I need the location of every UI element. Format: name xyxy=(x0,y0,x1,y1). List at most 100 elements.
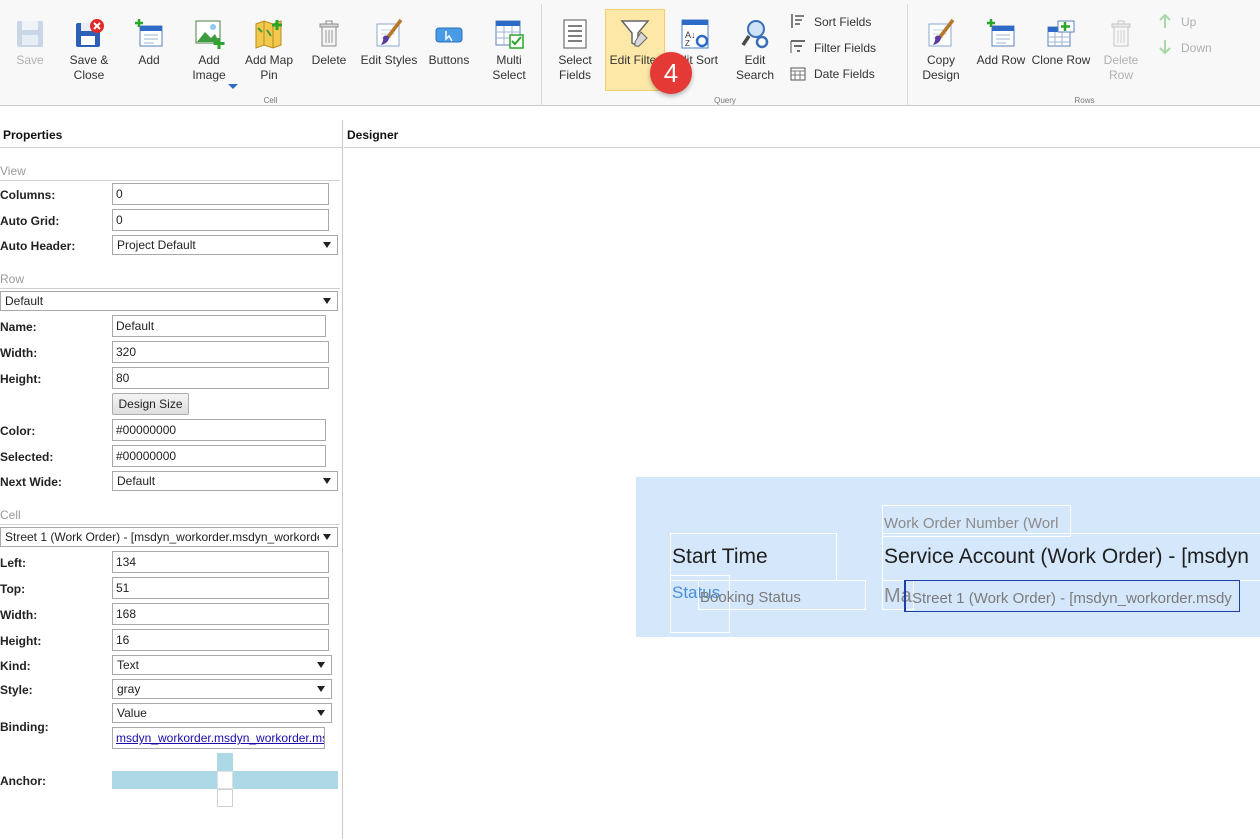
delete-row-label-1: Delete xyxy=(1103,53,1139,67)
copy-design-button[interactable]: Copy Design xyxy=(911,12,971,90)
cell-kind-label: Kind: xyxy=(0,659,31,673)
up-label: Up xyxy=(1181,15,1197,29)
cell-section-label: Cell xyxy=(0,508,21,522)
cell-street-1-selected[interactable]: Street 1 (Work Order) - [msdyn_workorder… xyxy=(904,580,1240,612)
group-label-rows: Rows xyxy=(1074,96,1095,105)
row-name-input[interactable] xyxy=(112,315,326,337)
dropdown-arrow-icon xyxy=(317,710,325,716)
anchor-picker[interactable] xyxy=(112,753,338,807)
step-number-badge: 4 xyxy=(650,52,692,94)
edit-search-button[interactable]: Edit Search xyxy=(725,12,785,90)
date-fields-label: Date Fields xyxy=(814,67,875,81)
cell-width-label: Width: xyxy=(0,608,38,622)
row-selected-color-input[interactable] xyxy=(112,445,326,467)
view-section-label: View xyxy=(0,164,26,178)
binding-type-select[interactable]: Value xyxy=(112,703,332,723)
row-selector-select[interactable]: Default xyxy=(0,291,338,311)
buttons-button[interactable]: Buttons xyxy=(419,12,479,90)
move-down-button[interactable]: Down xyxy=(1157,38,1212,58)
button-widget-icon xyxy=(435,27,463,43)
cell-booking-status[interactable]: Booking Status xyxy=(698,580,866,610)
save-close-button[interactable]: Save & Close xyxy=(59,12,119,90)
field-list-icon xyxy=(563,19,587,49)
delete-row-button[interactable]: Delete Row xyxy=(1091,12,1151,90)
design-size-button[interactable]: Design Size xyxy=(112,393,189,415)
anchor-top-segment[interactable] xyxy=(217,753,233,771)
trash-icon xyxy=(1111,20,1131,47)
add-cell-icon xyxy=(135,19,163,47)
cell-kind-select[interactable]: Text xyxy=(112,655,332,675)
auto-header-value: Project Default xyxy=(117,238,196,252)
designer-panel: Designer Work Order Number (Worl Start T… xyxy=(344,120,1260,839)
svg-text:Z: Z xyxy=(685,39,690,48)
dropdown-arrow-icon xyxy=(323,478,331,484)
edit-search-label-1: Edit xyxy=(744,53,766,67)
auto-grid-label: Auto Grid: xyxy=(0,214,60,228)
copy-design-label-1: Copy xyxy=(926,53,955,67)
add-row-icon xyxy=(987,19,1015,47)
add-image-label-1: Add xyxy=(198,53,220,67)
binding-path-input[interactable]: msdyn_workorder.msdyn_workorder.ms xyxy=(112,727,325,749)
add-button[interactable]: Add xyxy=(119,12,179,90)
move-up-button[interactable]: Up xyxy=(1157,12,1196,32)
row-design-canvas[interactable]: Work Order Number (Worl Start Time Servi… xyxy=(636,477,1260,637)
anchor-right-segment[interactable] xyxy=(233,771,338,789)
row-height-label: Height: xyxy=(0,372,42,386)
filter-fields-label: Filter Fields xyxy=(814,41,877,55)
clone-row-button[interactable]: Clone Row xyxy=(1031,12,1091,90)
cell-start-time[interactable]: Start Time xyxy=(670,533,837,581)
date-fields-button[interactable]: Date Fields xyxy=(790,64,875,84)
anchor-bottom-segment[interactable] xyxy=(217,789,233,807)
save-button[interactable]: Save xyxy=(0,12,60,90)
row-height-input[interactable] xyxy=(112,367,329,389)
cell-top-label: Top: xyxy=(0,582,26,596)
row-color-input[interactable] xyxy=(112,419,326,441)
cell-service-account-text: Service Account (Work Order) - [msdyn xyxy=(884,545,1249,568)
add-map-pin-button[interactable]: Add Map Pin xyxy=(239,12,299,90)
cell-selector-select[interactable]: Street 1 (Work Order) - [msdyn_workorder… xyxy=(0,527,338,547)
next-wide-select[interactable]: Default xyxy=(112,471,338,491)
save-disk-icon xyxy=(17,21,43,47)
filter-funnel-icon xyxy=(620,20,650,48)
cell-height-label: Height: xyxy=(0,634,42,648)
dropdown-arrow-icon xyxy=(323,534,331,540)
auto-header-select[interactable]: Project Default xyxy=(112,235,338,255)
add-image-button[interactable]: Add Image xyxy=(179,12,239,90)
multi-select-label-2: Select xyxy=(492,68,526,82)
buttons-label: Buttons xyxy=(428,53,470,67)
cell-kind-value: Text xyxy=(117,658,140,672)
add-image-dropdown-icon[interactable] xyxy=(228,84,238,89)
anchor-left-segment[interactable] xyxy=(112,771,217,789)
columns-input[interactable] xyxy=(112,183,329,205)
edit-styles-button[interactable]: Edit Styles xyxy=(359,12,419,90)
columns-label: Columns: xyxy=(0,188,56,202)
cell-selector-value: Street 1 (Work Order) - [msdyn_workorder… xyxy=(5,530,319,544)
properties-title: Properties xyxy=(0,120,342,148)
cell-service-account[interactable]: Service Account (Work Order) - [msdyn xyxy=(882,533,1260,581)
next-wide-value: Default xyxy=(117,474,156,488)
row-width-label: Width: xyxy=(0,346,38,360)
select-fields-label-2: Fields xyxy=(558,68,591,82)
multi-select-button[interactable]: Multi Select xyxy=(479,12,539,90)
delete-button[interactable]: Delete xyxy=(299,12,359,90)
cell-start-time-text: Start Time xyxy=(672,545,768,568)
auto-grid-input[interactable] xyxy=(112,209,329,231)
down-label: Down xyxy=(1181,41,1212,55)
save-label: Save xyxy=(16,53,44,67)
cell-style-select[interactable]: gray xyxy=(112,679,332,699)
row-name-label: Name: xyxy=(0,320,37,334)
save-close-icon xyxy=(76,19,104,47)
cell-left-input[interactable] xyxy=(112,551,329,573)
cell-width-input[interactable] xyxy=(112,603,329,625)
cell-height-input[interactable] xyxy=(112,629,329,651)
sort-fields-button[interactable]: Sort Fields xyxy=(790,12,871,32)
filter-fields-button[interactable]: Filter Fields xyxy=(790,38,876,58)
add-row-button[interactable]: Add Row xyxy=(971,12,1031,90)
sort-fields-label: Sort Fields xyxy=(814,15,872,29)
anchor-center-segment[interactable] xyxy=(217,771,233,789)
select-fields-button[interactable]: Select Fields xyxy=(545,12,605,90)
ribbon-toolbar: Save Save & Close Add Add Image Add Map … xyxy=(0,0,1260,106)
cell-top-input[interactable] xyxy=(112,577,329,599)
sort-fields-icon xyxy=(791,14,804,28)
row-width-input[interactable] xyxy=(112,341,329,363)
